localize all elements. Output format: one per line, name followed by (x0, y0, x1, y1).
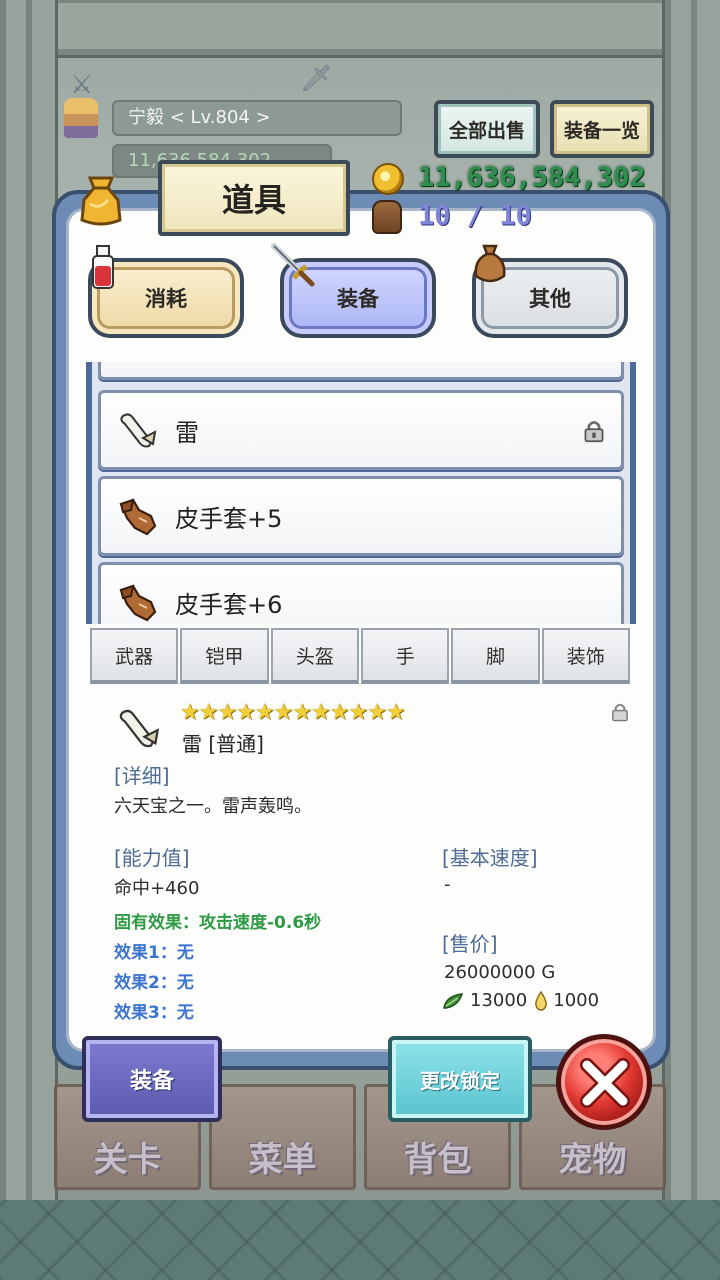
list-item[interactable]: 皮手套+6 (98, 562, 624, 624)
filter-armor[interactable]: 铠甲 (180, 628, 269, 684)
item-list[interactable]: 雷 皮手套+5 皮手套+6 (86, 362, 636, 624)
filter-weapon[interactable]: 武器 (90, 628, 179, 684)
price-materials: 13000 1000 (442, 990, 599, 1011)
close-button[interactable] (556, 1034, 652, 1130)
price-header: [售价] (442, 932, 498, 956)
background-wall-left (0, 0, 58, 1200)
glove-icon (119, 584, 157, 622)
list-item-partial[interactable] (98, 362, 624, 380)
lock-icon (612, 703, 628, 722)
change-lock-button[interactable]: 更改锁定 (388, 1036, 532, 1122)
speed-header: [基本速度] (442, 846, 538, 870)
filter-hand[interactable]: 手 (360, 628, 450, 684)
item-bag-icon (80, 176, 122, 226)
speed-value: - (444, 874, 451, 895)
stats-header: [能力值] (114, 846, 190, 870)
effect-2: 效果2：无 (114, 973, 194, 993)
item-name: 皮手套+6 (175, 590, 283, 619)
capacity-value: 10 / 10 (418, 200, 532, 232)
panel-title: 道具 (158, 160, 350, 236)
filter-bar: 武器 铠甲 头盔 手 脚 装饰 (90, 628, 630, 684)
price-leaf: 13000 (470, 990, 528, 1011)
backpack-icon (372, 200, 402, 234)
equipment-list-button[interactable]: 装备一览 (550, 100, 654, 158)
glove-icon (119, 498, 157, 536)
sword-icon (271, 243, 315, 287)
sword-rack-icon: ⚔ (70, 70, 94, 100)
tab-other-label: 其他 (529, 287, 571, 311)
item-description: 六天宝之一。雷声轰鸣。 (114, 796, 312, 817)
scroll-icon (119, 709, 160, 748)
background-wall-right (662, 0, 720, 1200)
gold-readout: 11,636,584,302 (372, 162, 646, 195)
filter-foot[interactable]: 脚 (451, 628, 540, 684)
lock-icon (584, 421, 604, 443)
price-gold: 26000000 G (444, 962, 556, 983)
background-floor (0, 1200, 720, 1280)
close-icon (580, 1058, 630, 1108)
item-name: 雷 (175, 418, 199, 447)
item-name: 皮手套+5 (175, 504, 283, 533)
coin-icon (372, 162, 404, 195)
player-name-level: 宁毅 < Lv.804 > (112, 100, 402, 136)
wall-weapon-icon: 🗡 (300, 64, 334, 94)
stat-line: 命中+460 (114, 878, 200, 899)
equip-button[interactable]: 装备 (82, 1036, 222, 1122)
drop-icon (535, 991, 548, 1011)
tab-consumables-label: 消耗 (145, 287, 187, 311)
scroll-icon (120, 413, 157, 448)
background-beam (0, 0, 720, 58)
rarity-stars: ★★★★★★★★★★★★ (180, 700, 406, 725)
leaf-icon (443, 993, 464, 1009)
item-detail: ★★★★★★★★★★★★ 雷 [普通] [详细] 六天宝之一。雷声轰鸣。 [能力… (112, 700, 632, 1030)
potion-icon (92, 245, 114, 289)
filter-helmet[interactable]: 头盔 (270, 628, 359, 684)
detail-header: [详细] (114, 764, 170, 788)
gold-value: 11,636,584,302 (418, 162, 646, 193)
pouch-icon (474, 244, 506, 283)
list-item[interactable]: 雷 (98, 390, 624, 470)
filter-accessory[interactable]: 装饰 (541, 628, 630, 684)
sell-all-button[interactable]: 全部出售 (434, 100, 540, 158)
effect-1: 效果1：无 (114, 943, 194, 963)
inherent-effect: 固有效果：攻击速度-0.6秒 (114, 913, 322, 933)
detail-item-name: 雷 [普通] (182, 732, 264, 756)
nav-menu[interactable]: 菜单 (209, 1084, 356, 1190)
list-item[interactable]: 皮手套+5 (98, 476, 624, 556)
tab-equipment-label: 装备 (337, 287, 379, 311)
effect-3: 效果3：无 (114, 1003, 194, 1023)
capacity-readout: 10 / 10 (372, 200, 532, 234)
price-drop: 1000 (553, 990, 600, 1011)
hero-avatar (64, 98, 98, 138)
